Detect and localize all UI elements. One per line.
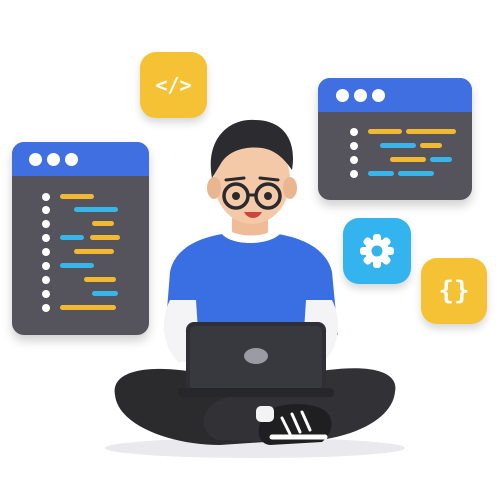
developer-illustration xyxy=(105,119,405,458)
